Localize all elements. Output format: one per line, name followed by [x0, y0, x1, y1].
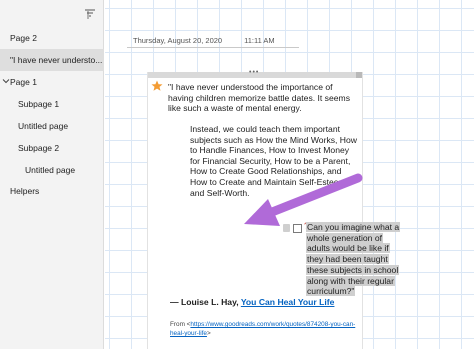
star-tag-icon[interactable] [151, 80, 163, 92]
nav-item-label: Page 1 [10, 77, 37, 87]
chevron-down-icon[interactable] [2, 77, 10, 85]
sort-icon[interactable] [84, 8, 96, 20]
nav-item-quote-page[interactable]: "I have never understo... [0, 49, 104, 71]
nav-item-label: Helpers [10, 186, 40, 196]
nav-item-label: Subpage 2 [18, 143, 60, 153]
tag-placeholder-icon [283, 224, 290, 232]
nav-item-label: "I have never understo... [10, 55, 103, 65]
nav-item-subpage-1[interactable]: Subpage 1 [0, 93, 104, 115]
page-navigation-pane: Page 2 "I have never understo... Page 1 … [0, 0, 104, 349]
source-suffix: > [206, 330, 211, 337]
note-container[interactable]: ••• "I have never understood the importa… [147, 69, 401, 349]
nav-item-page-1[interactable]: Page 1 [0, 71, 104, 93]
nav-item-page-2[interactable]: Page 2 [0, 27, 104, 49]
nav-item-subpage-2[interactable]: Subpage 2 [0, 137, 104, 159]
nav-item-label: Page 2 [10, 33, 37, 43]
source-url-link[interactable]: https://www.goodreads.com/work/quotes/87… [170, 321, 355, 337]
quote-paragraph-2[interactable]: Instead, we could teach them important s… [190, 124, 360, 198]
nav-item-untitled-page-2[interactable]: Untitled page [0, 159, 104, 181]
note-resize-handle[interactable] [356, 72, 362, 78]
highlighted-question-text[interactable]: Can you imagine what a whole generation … [306, 222, 406, 297]
page-time: 11:11 AM [244, 36, 275, 45]
quote-attribution: — Louise L. Hay, You Can Heal Your Life [170, 297, 334, 307]
page-canvas[interactable]: Thursday, August 20, 2020 11:11 AM ••• "… [105, 0, 474, 349]
book-title-link[interactable]: You Can Heal Your Life [241, 297, 335, 307]
nav-item-untitled-page-1[interactable]: Untitled page [0, 115, 104, 137]
nav-item-helpers[interactable]: Helpers [0, 180, 104, 202]
note-move-handle[interactable]: ••• [148, 69, 362, 78]
nav-item-label: Subpage 1 [18, 99, 60, 109]
todo-checkbox[interactable] [293, 224, 302, 233]
author-name: — Louise L. Hay, [170, 297, 239, 307]
quote-paragraph-1[interactable]: "I have never understood the importance … [168, 82, 358, 114]
source-prefix: From < [170, 321, 191, 328]
page-date: Thursday, August 20, 2020 [133, 36, 223, 45]
highlighted-text-run: Can you imagine what a whole generation … [306, 222, 401, 297]
nav-item-label: Untitled page [25, 165, 76, 175]
source-citation: From <https://www.goodreads.com/work/quo… [170, 320, 360, 338]
drag-dots-icon: ••• [249, 69, 260, 76]
title-divider [127, 47, 299, 48]
page-date-time: Thursday, August 20, 2020 11:11 AM [133, 36, 275, 45]
nav-item-label: Untitled page [18, 121, 69, 131]
